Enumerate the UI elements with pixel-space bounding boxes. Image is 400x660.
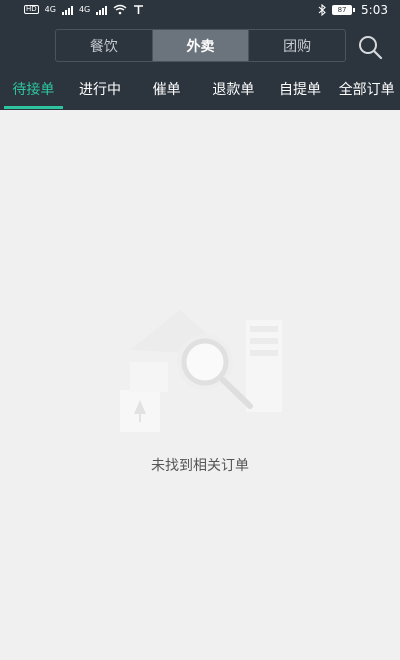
status-left: HD 4G 4G [24,4,144,15]
order-list-screen: HD 4G 4G 87 5:03 餐饮 外卖 团购 待接单 进行中 催单 退款单… [0,0,400,660]
business-type-segment: 餐饮 外卖 团购 [55,29,346,62]
signal-icon [61,5,73,15]
order-status-tabs: 待接单 进行中 催单 退款单 自提单 全部订单 [0,74,400,109]
hd-badge-1: HD [24,5,39,14]
tab-self-pickup[interactable]: 自提单 [267,74,334,104]
tab-in-progress[interactable]: 进行中 [67,74,134,104]
segment-takeout[interactable]: 外卖 [151,30,249,61]
tab-refunds[interactable]: 退款单 [200,74,267,104]
clock: 5:03 [361,3,388,17]
wifi-icon [113,4,127,15]
segment-group-buy[interactable]: 团购 [248,30,345,61]
battery-icon: 87 [332,5,356,15]
battery-level: 87 [332,5,353,15]
notification-icon [134,5,144,14]
empty-search-illustration [120,310,282,432]
signal-2-label: 4G [78,5,91,14]
header: HD 4G 4G 87 5:03 餐饮 外卖 团购 待接单 进行中 催单 退款单… [0,0,400,110]
empty-message: 未找到相关订单 [151,458,249,474]
bluetooth-icon [318,4,326,16]
segment-dining[interactable]: 餐饮 [56,30,152,61]
signal-2-icon [96,5,108,15]
search-icon[interactable] [357,34,383,60]
tab-reminders[interactable]: 催单 [133,74,200,104]
tab-pending[interactable]: 待接单 [0,74,67,109]
empty-state: 未找到相关订单 [0,110,400,660]
tab-all-orders[interactable]: 全部订单 [333,74,400,104]
status-right: 87 5:03 [318,3,388,17]
signal-1-label: 4G [44,5,56,14]
status-bar: HD 4G 4G 87 5:03 [0,0,400,22]
